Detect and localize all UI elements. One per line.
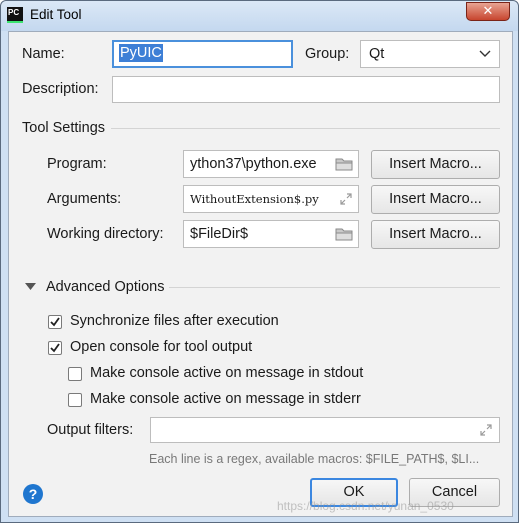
name-label: Name: (22, 46, 65, 62)
edit-tool-dialog: PC Edit Tool ✕ Name: PyUIC Group: Qt Des… (0, 0, 519, 523)
console-stderr-label[interactable]: Make console active on message in stderr (90, 391, 361, 407)
working-directory-input-value: $FileDir$ (190, 226, 249, 242)
tool-settings-label: Tool Settings (22, 120, 106, 136)
console-stdout-checkbox[interactable] (68, 367, 82, 381)
help-icon[interactable]: ? (23, 484, 43, 504)
advanced-options-toggle[interactable]: Advanced Options (46, 279, 165, 295)
description-input[interactable] (112, 76, 500, 103)
description-label: Description: (22, 81, 99, 97)
arguments-input-value: WithoutExtension$.py (190, 192, 319, 206)
triangle-down-icon[interactable] (25, 283, 36, 290)
program-input[interactable]: ython37\python.exe (183, 150, 359, 178)
window-title: Edit Tool (30, 7, 82, 22)
open-console-label[interactable]: Open console for tool output (70, 339, 252, 355)
title-bar: PC Edit Tool ✕ (1, 1, 518, 31)
arguments-input[interactable]: WithoutExtension$.py (183, 185, 359, 213)
working-directory-input[interactable]: $FileDir$ (183, 220, 359, 248)
working-directory-insert-macro-button[interactable]: Insert Macro... (371, 220, 500, 249)
sync-files-label[interactable]: Synchronize files after execution (70, 313, 279, 329)
name-input-value: PyUIC (119, 44, 163, 62)
advanced-options-separator (169, 287, 500, 288)
program-label: Program: (47, 156, 107, 172)
name-input[interactable]: PyUIC (112, 40, 293, 68)
folder-icon[interactable] (335, 227, 353, 241)
group-combobox[interactable]: Qt (360, 40, 500, 68)
console-stdout-label[interactable]: Make console active on message in stdout (90, 365, 363, 381)
watermark: https://blog.csdn.net/yunan_0530 (277, 499, 454, 513)
console-stderr-checkbox[interactable] (68, 393, 82, 407)
expand-icon[interactable] (339, 192, 353, 206)
arguments-insert-macro-button[interactable]: Insert Macro... (371, 185, 500, 214)
program-input-value: ython37\python.exe (190, 156, 317, 172)
working-directory-label: Working directory: (47, 226, 164, 242)
pycharm-app-icon: PC (7, 7, 23, 23)
expand-icon[interactable] (479, 423, 493, 437)
dialog-content: Name: PyUIC Group: Qt Description: Tool … (8, 31, 513, 517)
checkmark-icon (50, 343, 60, 353)
program-insert-macro-button[interactable]: Insert Macro... (371, 150, 500, 179)
group-label: Group: (305, 46, 350, 62)
output-filters-hint: Each line is a regex, available macros: … (149, 452, 480, 466)
output-filters-label: Output filters: (47, 422, 134, 438)
open-console-checkbox[interactable] (48, 341, 62, 355)
chevron-down-icon (479, 50, 491, 57)
arguments-label: Arguments: (47, 191, 122, 207)
group-combobox-value: Qt (369, 46, 385, 62)
tool-settings-separator (111, 128, 500, 129)
checkmark-icon (50, 317, 60, 327)
close-button[interactable]: ✕ (466, 2, 510, 21)
output-filters-input[interactable] (150, 417, 500, 443)
sync-files-checkbox[interactable] (48, 315, 62, 329)
folder-icon[interactable] (335, 157, 353, 171)
